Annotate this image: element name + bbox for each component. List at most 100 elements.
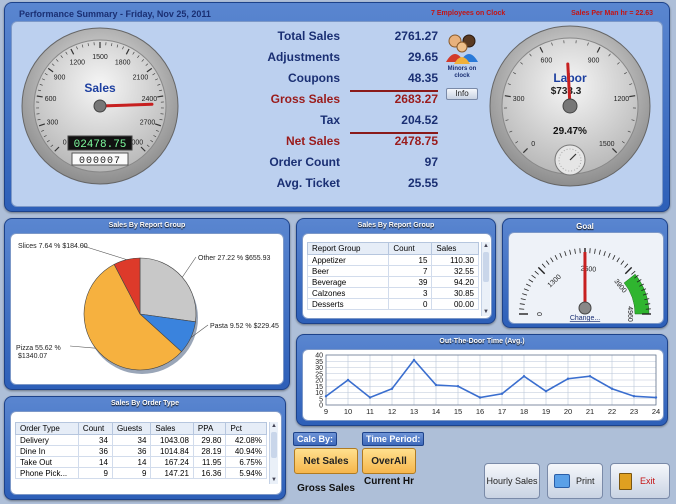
gross-sales-button[interactable]: Gross Sales bbox=[292, 483, 360, 494]
hourly-sales-button[interactable]: Hourly Sales bbox=[484, 463, 540, 499]
table-cell: 36 bbox=[111, 445, 152, 457]
summary-label: Gross Sales bbox=[270, 92, 340, 106]
report-group-scrollbar[interactable]: ▲ ▼ bbox=[481, 242, 490, 316]
scroll-thumb[interactable] bbox=[271, 432, 277, 458]
otd-point bbox=[632, 395, 636, 398]
gauge-tick-label: 0 bbox=[63, 139, 67, 146]
x-tick-label: 24 bbox=[652, 407, 660, 416]
table-cell: 147.21 bbox=[150, 467, 194, 479]
table-row[interactable]: Phone Pick... 9 9 147.21 16.36 5.94% bbox=[15, 467, 267, 479]
otd-point bbox=[566, 377, 570, 380]
summary-label: Avg. Ticket bbox=[276, 176, 340, 190]
table-cell: 94.20 bbox=[431, 276, 479, 288]
column-header[interactable]: Sales bbox=[150, 422, 194, 435]
otd-series-line bbox=[325, 358, 657, 399]
summary-value: 204.52 bbox=[401, 113, 438, 127]
goal-tick bbox=[603, 251, 606, 257]
goal-tick bbox=[523, 288, 529, 292]
goal-tick bbox=[522, 293, 528, 296]
table-cell: 11.95 bbox=[192, 456, 227, 468]
gauge-tick-label: 1500 bbox=[92, 54, 108, 61]
table-cell: 16.36 bbox=[192, 467, 227, 479]
y-tick-label: 20 bbox=[315, 378, 323, 385]
x-tick-label: 9 bbox=[324, 407, 328, 416]
goal-tick-label: 2600 bbox=[580, 266, 596, 274]
x-tick-label: 12 bbox=[388, 407, 396, 416]
summary-value: 48.35 bbox=[407, 71, 438, 85]
print-button[interactable]: Print bbox=[547, 463, 603, 499]
goal-change-link[interactable]: Change... bbox=[570, 315, 600, 322]
table-row[interactable]: Appetizer 15 110.30 bbox=[306, 254, 479, 266]
goal-title: Goal bbox=[576, 222, 594, 231]
table-cell: 9 bbox=[77, 467, 113, 479]
scroll-down-icon[interactable]: ▼ bbox=[482, 308, 490, 316]
scroll-thumb[interactable] bbox=[483, 252, 489, 282]
table-cell: 1043.08 bbox=[150, 434, 194, 446]
net-sales-button[interactable]: Net Sales bbox=[294, 448, 358, 474]
table-cell: Take Out bbox=[15, 456, 79, 468]
scroll-down-icon[interactable]: ▼ bbox=[270, 476, 278, 484]
table-cell: 110.30 bbox=[431, 254, 479, 266]
minors-label: Minors on clock bbox=[447, 66, 477, 79]
minors-widget: Minors on clock Info bbox=[442, 32, 482, 102]
summary-value: 2683.27 bbox=[394, 92, 438, 106]
summary-label: Tax bbox=[320, 113, 340, 127]
x-tick-label: 15 bbox=[454, 407, 462, 416]
goal-tick bbox=[574, 248, 576, 254]
scroll-up-icon[interactable]: ▲ bbox=[482, 242, 490, 250]
y-tick-label: 5 bbox=[319, 396, 323, 403]
sales-by-group-pie: Other 27.22 % $655.93 Pasta 9.52 % $229.4… bbox=[16, 243, 279, 374]
sales-gauge: 03006009001200150018002100240027003000 S… bbox=[21, 27, 179, 185]
table-cell: 00.00 bbox=[431, 298, 479, 310]
table-row[interactable]: Take Out 14 14 167.24 11.95 6.75% bbox=[15, 456, 267, 468]
column-header[interactable]: Report Group bbox=[306, 242, 390, 255]
sales-per-man-hour: Sales Per Man hr = 22.63 bbox=[571, 10, 653, 17]
column-header[interactable]: Pct bbox=[225, 422, 267, 435]
table-row[interactable]: Calzones 3 30.85 bbox=[306, 287, 479, 299]
table-row[interactable]: Beverage 39 94.20 bbox=[306, 276, 479, 288]
column-header[interactable]: Order Type bbox=[15, 422, 79, 435]
pie-label-other: Other 27.22 % $655.93 bbox=[198, 255, 270, 262]
table-row[interactable]: Delivery 34 34 1043.08 29.80 42.08% bbox=[15, 434, 267, 446]
table-row[interactable]: Beer 7 32.55 bbox=[306, 265, 479, 277]
table-row[interactable]: Desserts 0 00.00 bbox=[306, 298, 479, 310]
exit-button[interactable]: Exit bbox=[610, 463, 670, 499]
employees-on-clock: 7 Employees on Clock bbox=[431, 10, 506, 17]
goal-tick bbox=[534, 270, 539, 275]
otd-point bbox=[324, 395, 328, 398]
goal-tick bbox=[545, 260, 550, 265]
goal-tick-label: 4960 bbox=[626, 306, 633, 322]
y-tick-label: 35 bbox=[315, 359, 323, 366]
summary-value: 2761.27 bbox=[394, 29, 438, 43]
pie-slice-other bbox=[139, 257, 197, 323]
y-tick-label: 10 bbox=[315, 390, 323, 397]
goal-tick bbox=[559, 252, 563, 258]
goal-tick-label: 1300 bbox=[547, 273, 563, 289]
x-tick-label: 13 bbox=[410, 407, 418, 416]
otd-line-chart: 05101520253035409 10 11 12 13 14 15 16 17 18 19 20 2… bbox=[315, 353, 660, 417]
column-header[interactable]: Count bbox=[388, 242, 433, 255]
order-type-inner: Order Type Count Guests Sales PPA Pct Deliver… bbox=[10, 411, 282, 495]
scroll-up-icon[interactable]: ▲ bbox=[270, 422, 278, 430]
column-header[interactable]: PPA bbox=[192, 422, 227, 435]
column-header[interactable]: Guests bbox=[111, 422, 152, 435]
gauge-tick-label: 2700 bbox=[140, 119, 156, 126]
gauge-tick-label: 1200 bbox=[70, 59, 86, 66]
order-type-scrollbar[interactable]: ▲ ▼ bbox=[269, 422, 278, 484]
calc-by-label: Calc By: bbox=[293, 432, 338, 446]
pie-label-pizza-amount: $1340.07 bbox=[18, 353, 47, 360]
column-header[interactable]: Count bbox=[77, 422, 113, 435]
overall-button[interactable]: OverAll bbox=[362, 448, 416, 474]
goal-tick-label: 0 bbox=[537, 312, 544, 316]
otd-point bbox=[456, 385, 460, 388]
gauge-tick-label: 2100 bbox=[133, 75, 149, 82]
table-cell: 9 bbox=[111, 467, 152, 479]
pie-title: Sales By Report Group bbox=[108, 222, 186, 229]
table-cell: 28.19 bbox=[192, 445, 227, 457]
current-hr-button[interactable]: Current Hr bbox=[362, 476, 416, 487]
table-row[interactable]: Dine In 36 36 1014.84 28.19 40.94% bbox=[15, 445, 267, 457]
info-button[interactable]: Info bbox=[446, 88, 478, 100]
column-header[interactable]: Sales bbox=[431, 242, 479, 255]
table-cell: Appetizer bbox=[306, 254, 390, 266]
goal-tick bbox=[531, 274, 536, 279]
